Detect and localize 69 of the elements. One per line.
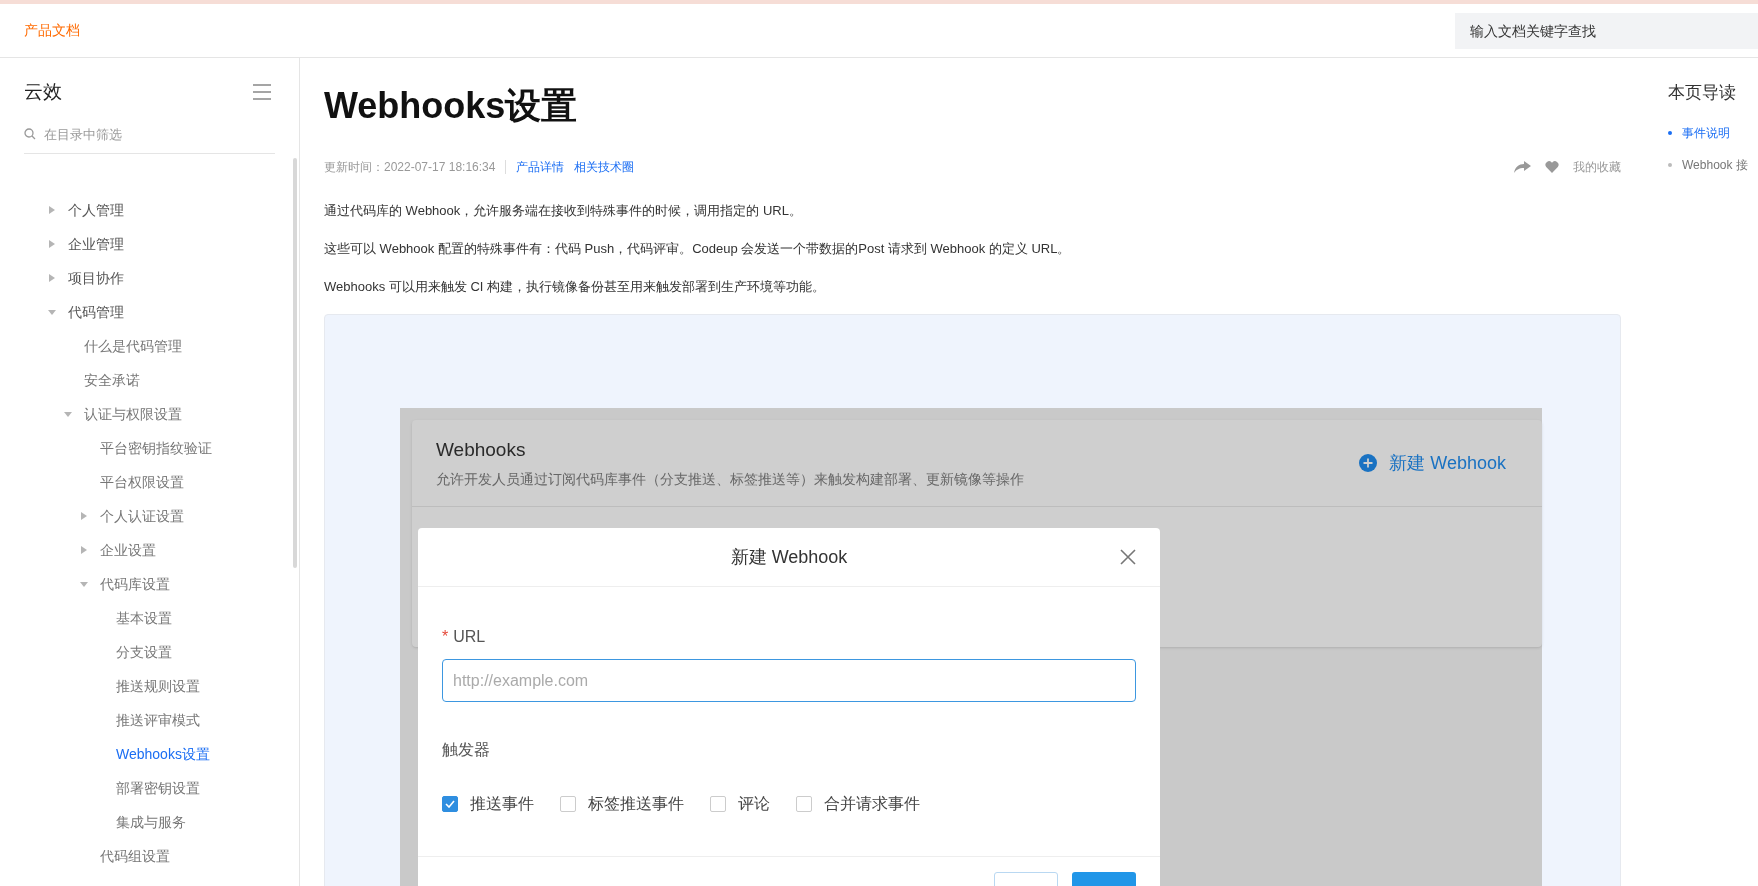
search-icon <box>24 128 36 141</box>
tree-item[interactable]: 分支设置 <box>116 641 172 663</box>
tree-item[interactable]: 基本设置 <box>116 607 172 629</box>
caret-icon <box>48 308 56 316</box>
tree-item[interactable]: 平台密钥指纹验证 <box>100 437 212 459</box>
tree-item[interactable]: 项目协作 <box>68 267 124 289</box>
meta-link[interactable]: 产品详情 <box>516 158 565 176</box>
tree-item[interactable]: 代码组设置 <box>100 845 170 867</box>
caret-icon <box>48 240 56 248</box>
caret-icon <box>80 512 88 520</box>
field-label: URL <box>453 627 486 647</box>
tree-item[interactable]: 推送规则设置 <box>116 675 200 697</box>
caret-icon <box>48 206 56 214</box>
check-icon <box>445 800 455 808</box>
card-description: 允许开发人员通过订阅代码库事件（分支推送、标签推送等）来触发构建部署、更新镜像等操作 <box>436 469 1024 489</box>
checkbox[interactable] <box>442 796 458 812</box>
page-title: Webhooks设置 <box>324 84 579 128</box>
paragraph: 这些可以 Webhook 配置的特殊事件有：代码 Push，代码评审。Codeup 会发送一个带数据的Post 请求到 Webhook 的定义 URL。 <box>324 240 1072 258</box>
tree-item[interactable]: 企业设置 <box>100 539 156 561</box>
toc-link[interactable]: 事件说明 <box>1682 123 1730 142</box>
tree-item[interactable]: 安全承诺 <box>84 369 140 391</box>
plus-circle-icon <box>1359 454 1378 472</box>
url-field[interactable]: http://example.com <box>442 659 1136 702</box>
toc-link[interactable]: Webhook 接 <box>1682 155 1748 174</box>
required-mark: * <box>442 627 449 647</box>
meta-link[interactable]: 相关技术圈 <box>574 158 635 176</box>
tree-item[interactable]: 部署密钥设置 <box>116 777 200 799</box>
trigger-label: 触发器 <box>442 740 491 760</box>
paragraph: Webhooks 可以用来触发 CI 构建，执行镜像备份甚至用来触发部署到生产环境等功能。 <box>324 278 827 296</box>
tree-item[interactable]: 企业管理 <box>68 233 124 255</box>
tree-item[interactable]: 集成与服务 <box>116 811 186 833</box>
favorites-link[interactable]: 我的收藏 <box>1573 158 1621 176</box>
sidebar-title: 云效 <box>24 80 62 104</box>
checkbox[interactable] <box>560 796 576 812</box>
close-icon[interactable] <box>1120 549 1136 565</box>
caret-icon <box>80 546 88 554</box>
tree-item[interactable]: 什么是代码管理 <box>84 335 182 357</box>
caret-icon <box>64 410 72 418</box>
filter-field[interactable]: 在目录中筛选 <box>44 124 244 144</box>
dialog-title: 新建 Webhook <box>730 545 848 569</box>
paragraph: 通过代码库的 Webhook，允许服务端在接收到特殊事件的时候，调用指定的 URL。 <box>324 202 803 220</box>
checkbox-label[interactable]: 评论 <box>738 792 770 816</box>
bullet-icon <box>1668 130 1672 135</box>
tree-item[interactable]: 平台权限设置 <box>100 471 184 493</box>
search-field[interactable]: 输入文档关键字查找 <box>1455 12 1758 49</box>
update-time: 更新时间：2022-07-17 18:16:34 <box>324 159 496 176</box>
card-title: Webhooks <box>436 438 527 463</box>
tree-item[interactable]: 个人认证设置 <box>100 505 184 527</box>
tree-item[interactable]: Webhooks设置 <box>116 743 210 765</box>
brand-link[interactable]: 产品文档 <box>24 20 80 41</box>
tree-item[interactable]: 认证与权限设置 <box>84 403 182 425</box>
scrollbar[interactable] <box>293 158 297 568</box>
share-icon[interactable] <box>1514 161 1531 173</box>
checkbox-label[interactable]: 推送事件 <box>470 792 534 816</box>
tree-item[interactable]: 代码库设置 <box>100 573 170 595</box>
tree-item[interactable]: 个人管理 <box>68 199 124 221</box>
checkbox-label[interactable]: 合并请求事件 <box>824 792 920 816</box>
toc-title: 本页导读 <box>1668 82 1737 104</box>
heart-icon[interactable] <box>1545 161 1559 173</box>
tree-item[interactable]: 代码管理 <box>68 301 124 323</box>
checkbox[interactable] <box>710 796 726 812</box>
caret-icon <box>80 580 88 588</box>
bullet-icon <box>1668 162 1672 167</box>
caret-icon <box>48 274 56 282</box>
checkbox-label[interactable]: 标签推送事件 <box>588 792 684 816</box>
checkbox[interactable] <box>796 796 812 812</box>
new-webhook-button[interactable]: 新建 Webhook <box>1359 449 1506 477</box>
tree-item[interactable]: 推送评审模式 <box>116 709 200 731</box>
menu-icon[interactable] <box>253 84 271 101</box>
